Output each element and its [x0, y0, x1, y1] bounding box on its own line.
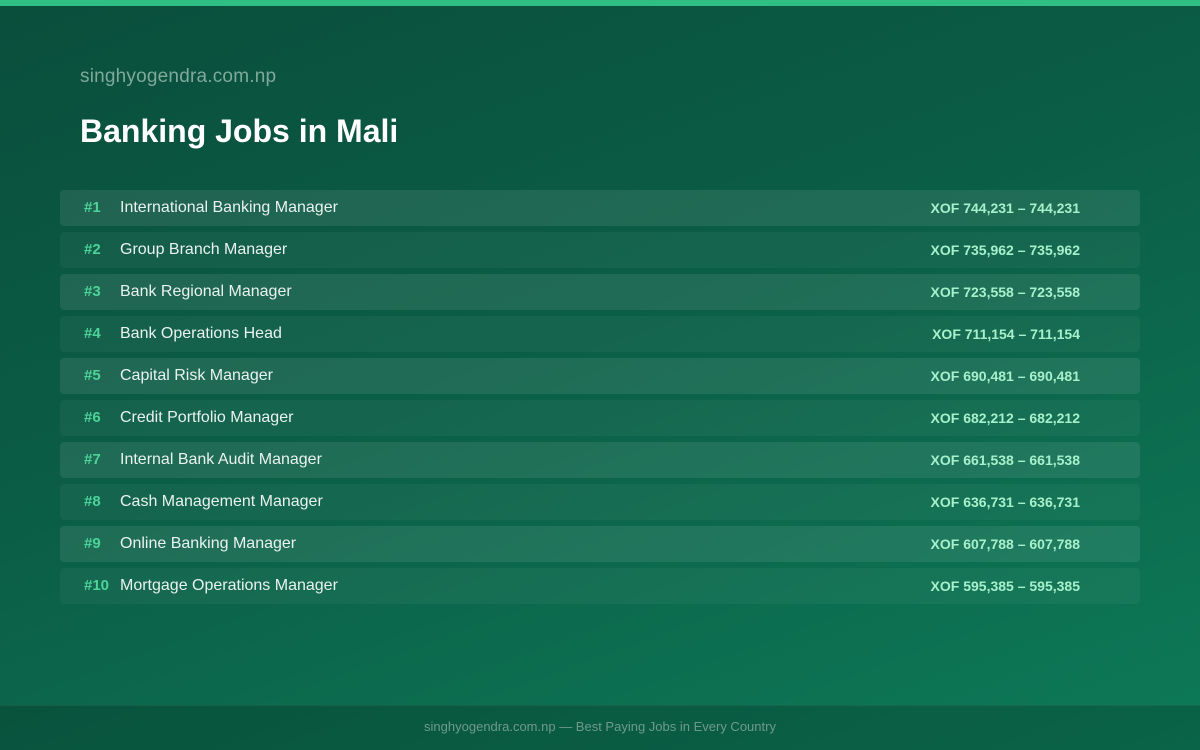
job-salary: XOF 682,212 – 682,212: [930, 410, 1080, 426]
job-row: #5 Capital Risk Manager XOF 690,481 – 69…: [60, 358, 1140, 394]
job-salary: XOF 735,962 – 735,962: [930, 242, 1080, 258]
job-title: Bank Operations Head: [120, 325, 282, 342]
page-canvas: singhyogendra.com.np Banking Jobs in Mal…: [0, 0, 1200, 750]
job-title: Capital Risk Manager: [120, 367, 273, 384]
job-title: International Banking Manager: [120, 199, 338, 216]
job-row: #9 Online Banking Manager XOF 607,788 – …: [60, 526, 1140, 562]
job-row: #7 Internal Bank Audit Manager XOF 661,5…: [60, 442, 1140, 478]
job-salary: XOF 607,788 – 607,788: [930, 536, 1080, 552]
job-title: Internal Bank Audit Manager: [120, 451, 322, 468]
job-title: Mortgage Operations Manager: [120, 577, 338, 594]
job-rank: #3: [84, 283, 101, 300]
job-title: Group Branch Manager: [120, 241, 288, 258]
job-title: Bank Regional Manager: [120, 283, 292, 300]
footer: singhyogendra.com.np — Best Paying Jobs …: [0, 705, 1200, 750]
job-title: Cash Management Manager: [120, 493, 323, 510]
job-salary: XOF 744,231 – 744,231: [930, 200, 1080, 216]
job-rank: #10: [84, 577, 110, 594]
job-rank: #6: [84, 409, 101, 426]
job-title: Credit Portfolio Manager: [120, 409, 294, 426]
site-name: singhyogendra.com.np: [80, 66, 277, 87]
job-row: #3 Bank Regional Manager XOF 723,558 – 7…: [60, 274, 1140, 310]
job-salary: XOF 595,385 – 595,385: [930, 578, 1080, 594]
job-row: #1 International Banking Manager XOF 744…: [60, 190, 1140, 226]
job-row: #2 Group Branch Manager XOF 735,962 – 73…: [60, 232, 1140, 268]
job-rank: #8: [84, 493, 101, 510]
job-row: #10 Mortgage Operations Manager XOF 595,…: [60, 568, 1140, 604]
job-salary: XOF 723,558 – 723,558: [930, 284, 1080, 300]
top-accent-bar: [0, 0, 1200, 6]
job-row: #6 Credit Portfolio Manager XOF 682,212 …: [60, 400, 1140, 436]
job-rank: #4: [84, 325, 101, 342]
job-rank: #7: [84, 451, 101, 468]
job-salary: XOF 661,538 – 661,538: [930, 452, 1080, 468]
job-salary: XOF 690,481 – 690,481: [930, 368, 1080, 384]
job-rank: #1: [84, 199, 101, 216]
page-title: Banking Jobs in Mali: [80, 113, 399, 149]
job-rank: #2: [84, 241, 101, 258]
job-rank: #9: [84, 535, 101, 552]
job-row: #4 Bank Operations Head XOF 711,154 – 71…: [60, 316, 1140, 352]
job-title: Online Banking Manager: [120, 535, 297, 552]
job-rank: #5: [84, 367, 101, 384]
job-row: #8 Cash Management Manager XOF 636,731 –…: [60, 484, 1140, 520]
job-salary: XOF 711,154 – 711,154: [932, 326, 1080, 342]
job-salary: XOF 636,731 – 636,731: [930, 494, 1080, 510]
footer-text: singhyogendra.com.np — Best Paying Jobs …: [424, 719, 776, 734]
job-list: #1 International Banking Manager XOF 744…: [60, 190, 1140, 610]
